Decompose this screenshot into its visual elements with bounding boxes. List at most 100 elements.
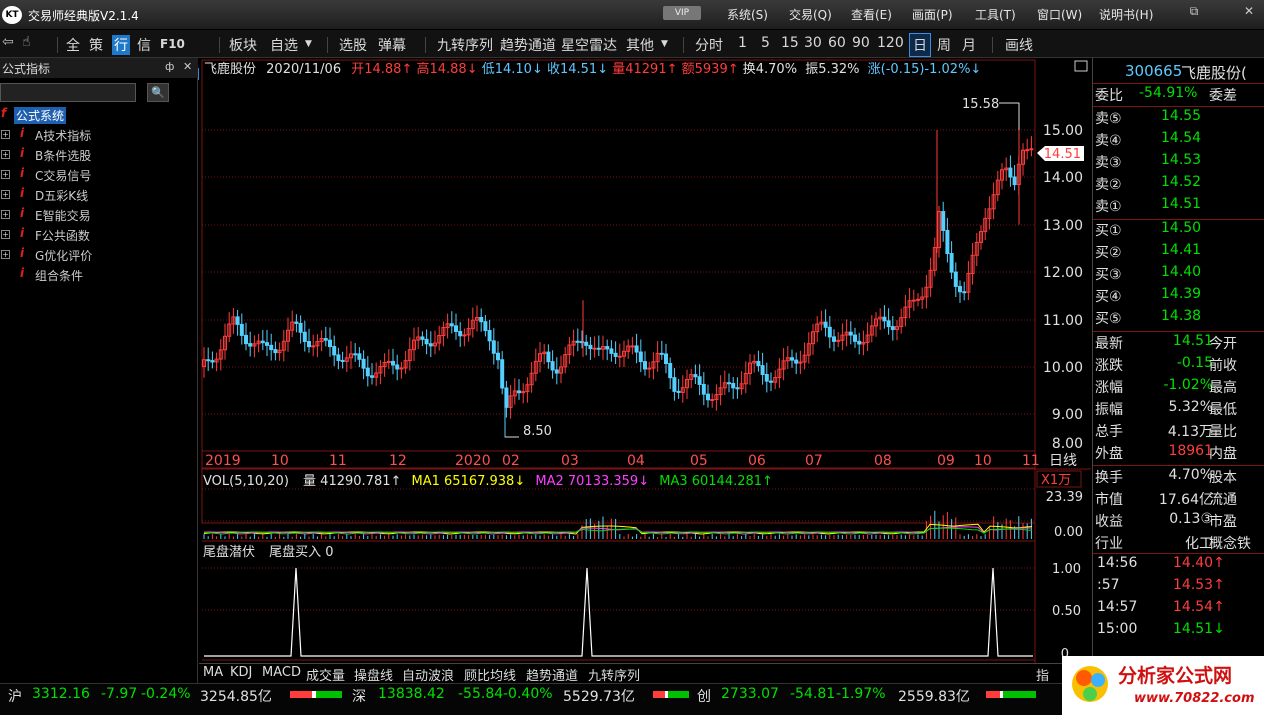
tab-gmma[interactable]: 顾比均线 xyxy=(464,665,516,684)
stat2-value: 4.70% xyxy=(1168,467,1213,483)
kline-chart[interactable]: 飞鹿股份 2020/11/06 开14.88↑ 高14.88↓ 低14.10↓ … xyxy=(199,58,1091,663)
expand-icon[interactable]: + xyxy=(1,190,10,199)
candle-body xyxy=(596,347,601,350)
back-icon[interactable]: ⇦ xyxy=(2,34,14,50)
candle-body xyxy=(353,353,358,356)
time-tick: 07 xyxy=(805,453,823,469)
tab-trade-line[interactable]: 操盘线 xyxy=(354,665,393,684)
period-5min[interactable]: 5 xyxy=(761,35,770,51)
period-30min[interactable]: 30 xyxy=(804,35,822,51)
indicator-line xyxy=(204,567,1033,657)
menu-screen[interactable]: 画面(P) xyxy=(912,6,953,23)
pin-icon[interactable]: ф xyxy=(165,60,174,73)
tree-item-functions[interactable]: + i F公共函数 xyxy=(0,224,198,244)
candle-body xyxy=(634,345,639,353)
sell-level-price[interactable]: 14.52 xyxy=(1161,174,1201,190)
chevron-down-icon[interactable]: ▼ xyxy=(305,39,312,49)
close-icon[interactable]: ✕ xyxy=(183,60,192,73)
tree-item-screener[interactable]: + i B条件选股 xyxy=(0,144,198,164)
expand-icon[interactable]: + xyxy=(1,210,10,219)
toolbar-screener[interactable]: 选股 xyxy=(339,35,367,55)
buy-level-price[interactable]: 14.50 xyxy=(1161,220,1201,236)
toolbar-watchlist[interactable]: 自选 xyxy=(270,35,298,55)
toolbar-nine-turn[interactable]: 九转序列 xyxy=(437,35,493,55)
sell-level-price[interactable]: 14.51 xyxy=(1161,196,1201,212)
hand-icon[interactable]: ☝ xyxy=(22,34,31,50)
menu-system[interactable]: 系统(S) xyxy=(727,6,768,23)
search-icon[interactable]: 🔍 xyxy=(147,83,169,102)
period-day[interactable]: 日 xyxy=(909,33,931,57)
tree-root[interactable]: f 公式系统 xyxy=(0,104,198,124)
chevron-down-icon[interactable]: ▼ xyxy=(661,39,668,49)
toolbar-divider xyxy=(683,37,684,53)
buy-level-price[interactable]: 14.39 xyxy=(1161,286,1201,302)
tree-item-tech[interactable]: + i A技术指标 xyxy=(0,124,198,144)
expand-icon[interactable]: + xyxy=(1,130,10,139)
period-week[interactable]: 周 xyxy=(937,35,951,55)
expand-icon[interactable]: + xyxy=(1,170,10,179)
sell-level-price[interactable]: 14.54 xyxy=(1161,130,1201,146)
candles xyxy=(202,102,1034,438)
vip-badge[interactable]: VIP xyxy=(663,6,701,20)
tree-item-smart-trade[interactable]: + i E智能交易 xyxy=(0,204,198,224)
time-tick: 10 xyxy=(974,453,992,469)
toolbar-danmu[interactable]: 弹幕 xyxy=(378,35,406,55)
stat2-label: 行业 xyxy=(1095,536,1123,552)
period-1min[interactable]: 1 xyxy=(738,35,747,51)
toolbar-quote[interactable]: 行 xyxy=(112,35,130,55)
chart-area[interactable]: 飞鹿股份 2020/11/06 开14.88↑ 高14.88↓ 低14.10↓ … xyxy=(199,58,1091,683)
tab-ma[interactable]: MA xyxy=(203,665,223,680)
menu-view[interactable]: 查看(E) xyxy=(851,6,892,23)
tree-item-colorful-k[interactable]: + i D五彩K线 xyxy=(0,184,198,204)
buy-level-price[interactable]: 14.40 xyxy=(1161,264,1201,280)
tree-item-combo[interactable]: i 组合条件 xyxy=(0,264,198,284)
period-60min[interactable]: 60 xyxy=(828,35,846,51)
candle-body xyxy=(916,298,920,301)
restore-icon[interactable]: ⧉ xyxy=(1183,4,1205,22)
maximize-icon[interactable] xyxy=(1074,60,1088,72)
tab-trend-channel[interactable]: 趋势通道 xyxy=(526,665,578,684)
period-90min[interactable]: 90 xyxy=(852,35,870,51)
period-120min[interactable]: 120 xyxy=(877,35,904,51)
toolbar-f10[interactable]: F10 xyxy=(160,37,185,51)
toolbar-other[interactable]: 其他 xyxy=(626,35,654,55)
candle-body xyxy=(235,316,240,325)
toolbar-info[interactable]: 信 xyxy=(137,35,151,55)
menu-trade[interactable]: 交易(Q) xyxy=(789,6,832,23)
buy-level-price[interactable]: 14.38 xyxy=(1161,308,1201,324)
close-icon[interactable]: ✕ xyxy=(1238,4,1260,22)
tab-kdj[interactable]: KDJ xyxy=(230,665,252,680)
menu-help[interactable]: 说明书(H) xyxy=(1099,6,1153,23)
toolbar-star-radar[interactable]: 星空雷达 xyxy=(561,35,617,55)
tree-item-signal[interactable]: + i C交易信号 xyxy=(0,164,198,184)
tab-index[interactable]: 指 xyxy=(1036,665,1049,684)
period-intraday[interactable]: 分时 xyxy=(695,35,723,55)
toolbar-sector[interactable]: 板块 xyxy=(229,35,257,55)
toolbar-strategy[interactable]: 策 xyxy=(89,35,103,55)
sell-level-price[interactable]: 14.55 xyxy=(1161,108,1201,124)
menu-window[interactable]: 窗口(W) xyxy=(1037,6,1082,23)
tick-time: 15:00 xyxy=(1097,621,1138,637)
candle-body xyxy=(584,341,589,346)
tab-macd[interactable]: MACD xyxy=(262,665,301,680)
sell-level-price[interactable]: 14.53 xyxy=(1161,152,1201,168)
toolbar-trend-channel[interactable]: 趋势通道 xyxy=(500,35,556,55)
toolbar-draw[interactable]: 画线 xyxy=(1005,35,1033,55)
indicator-tabs: MA KDJ MACD 成交量 操盘线 自动波浪 顾比均线 趋势通道 九转序列 … xyxy=(199,663,1092,684)
candle-body xyxy=(735,387,740,390)
expand-icon[interactable]: + xyxy=(1,150,10,159)
tree-item-optimize[interactable]: + i G优化评价 xyxy=(0,244,198,264)
tab-volume[interactable]: 成交量 xyxy=(306,665,345,684)
period-month[interactable]: 月 xyxy=(962,35,976,55)
tab-wave[interactable]: 自动波浪 xyxy=(402,665,454,684)
formula-search-input[interactable] xyxy=(0,83,136,102)
tab-nine-turn[interactable]: 九转序列 xyxy=(588,665,640,684)
expand-icon[interactable]: + xyxy=(1,230,10,239)
menu-tools[interactable]: 工具(T) xyxy=(975,6,1016,23)
annot-low: 8.50 xyxy=(523,424,552,439)
buy-level-price[interactable]: 14.41 xyxy=(1161,242,1201,258)
expand-icon[interactable]: + xyxy=(1,250,10,259)
candle-body xyxy=(706,393,710,401)
period-15min[interactable]: 15 xyxy=(781,35,799,51)
toolbar-all[interactable]: 全 xyxy=(66,35,80,55)
